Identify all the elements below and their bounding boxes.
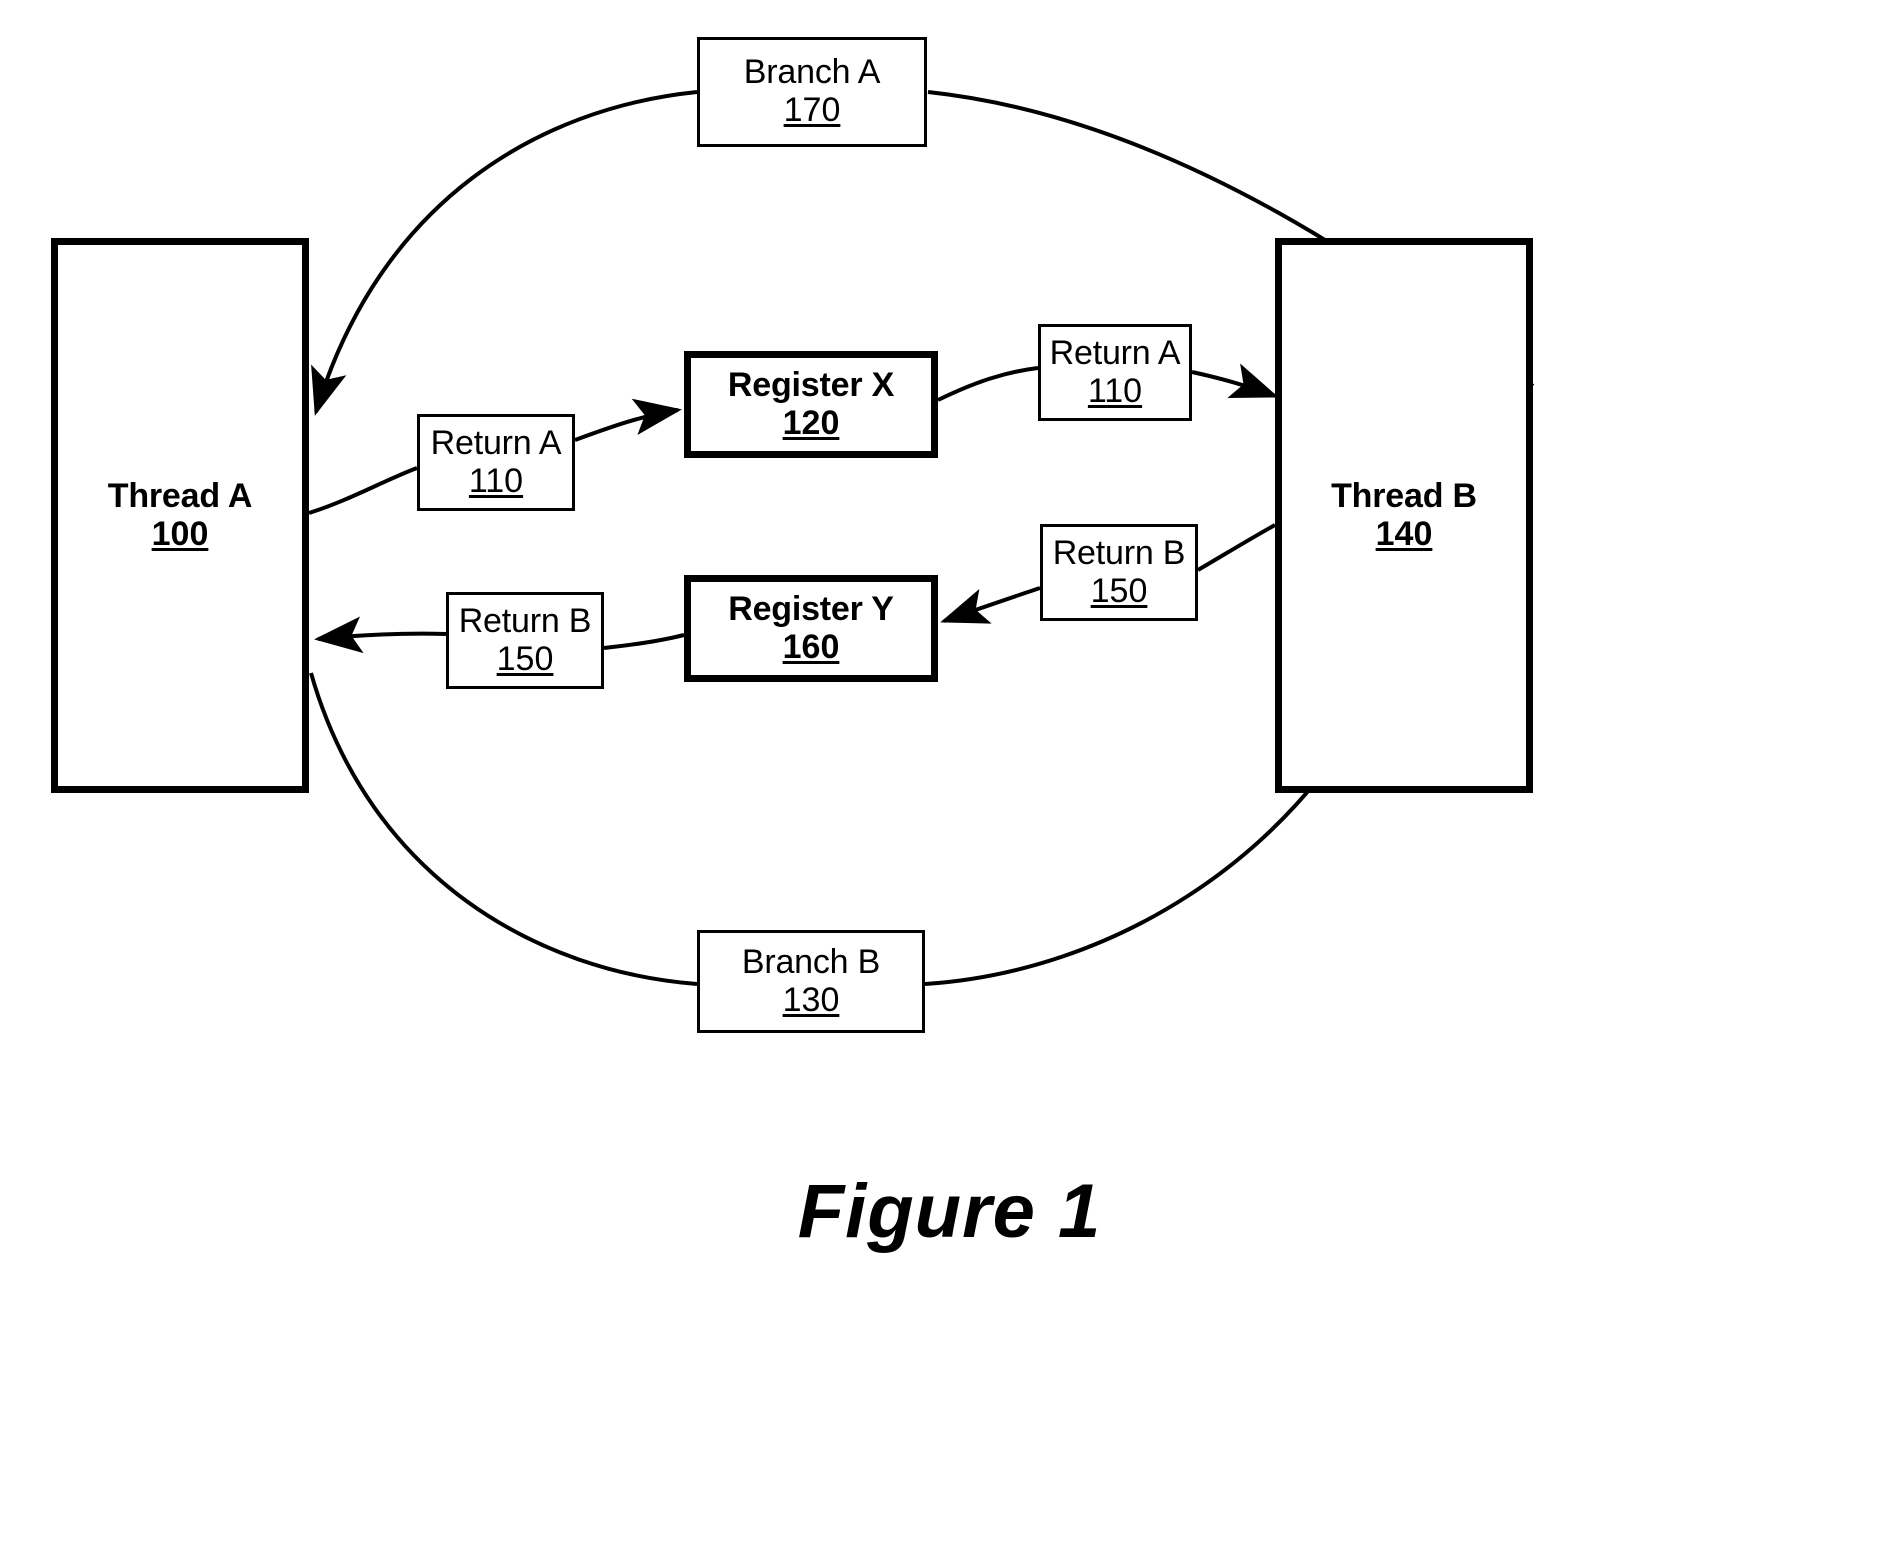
figure-canvas: Branch A 170 Thread A 100 Thread B 140 R… — [0, 0, 1899, 1553]
node-branch-b-number: 130 — [782, 980, 840, 1019]
edge-register-y-to-return-b — [603, 633, 685, 650]
edge-return-b-to-thread-a — [314, 616, 447, 654]
node-register-y-number: 160 — [782, 627, 840, 666]
node-branch-b-label: Branch B — [741, 942, 881, 981]
node-branch-b[interactable]: Branch B 130 — [697, 930, 925, 1033]
node-return-a-right-number: 110 — [1087, 371, 1143, 410]
node-thread-a-label: Thread A — [107, 476, 253, 515]
node-return-b-left-number: 150 — [496, 639, 554, 678]
node-thread-a-number: 100 — [151, 514, 209, 553]
node-register-x-number: 120 — [782, 403, 840, 442]
figure-caption: Figure 1 — [797, 1169, 1102, 1254]
edge-branch-b-left-segment — [309, 672, 698, 986]
node-register-y[interactable]: Register Y 160 — [684, 575, 938, 682]
node-thread-a[interactable]: Thread A 100 — [51, 238, 309, 793]
node-return-a-right[interactable]: Return A 110 — [1038, 324, 1192, 421]
node-register-x-label: Register X — [727, 365, 895, 404]
node-return-b-right-number: 150 — [1090, 571, 1148, 610]
node-return-a-left[interactable]: Return A 110 — [417, 414, 575, 511]
edge-thread-a-to-return-a — [308, 466, 418, 515]
node-thread-b-number: 140 — [1375, 514, 1433, 553]
node-thread-b-label: Thread B — [1331, 476, 1477, 515]
node-return-a-left-label: Return A — [430, 423, 562, 462]
node-register-x[interactable]: Register X 120 — [684, 351, 938, 458]
node-return-b-right-label: Return B — [1052, 533, 1186, 572]
node-return-b-left-label: Return B — [458, 601, 592, 640]
edge-branch-a-left-segment — [311, 90, 698, 416]
node-branch-a[interactable]: Branch A 170 — [697, 37, 927, 147]
edge-return-a-to-thread-b — [1191, 363, 1279, 398]
edge-thread-b-to-return-b — [1196, 523, 1276, 572]
node-return-a-right-label: Return A — [1049, 333, 1181, 372]
edge-register-x-to-return-a — [937, 366, 1039, 402]
edge-return-b-to-register-y — [940, 586, 1041, 624]
node-thread-b[interactable]: Thread B 140 — [1275, 238, 1533, 793]
edge-return-a-to-register-x — [574, 398, 682, 442]
node-branch-a-label: Branch A — [743, 53, 881, 92]
node-return-b-left[interactable]: Return B 150 — [446, 592, 604, 689]
node-return-a-left-number: 110 — [468, 461, 524, 500]
node-register-y-label: Register Y — [728, 589, 894, 628]
node-return-b-right[interactable]: Return B 150 — [1040, 524, 1198, 621]
node-branch-a-number: 170 — [783, 91, 841, 130]
